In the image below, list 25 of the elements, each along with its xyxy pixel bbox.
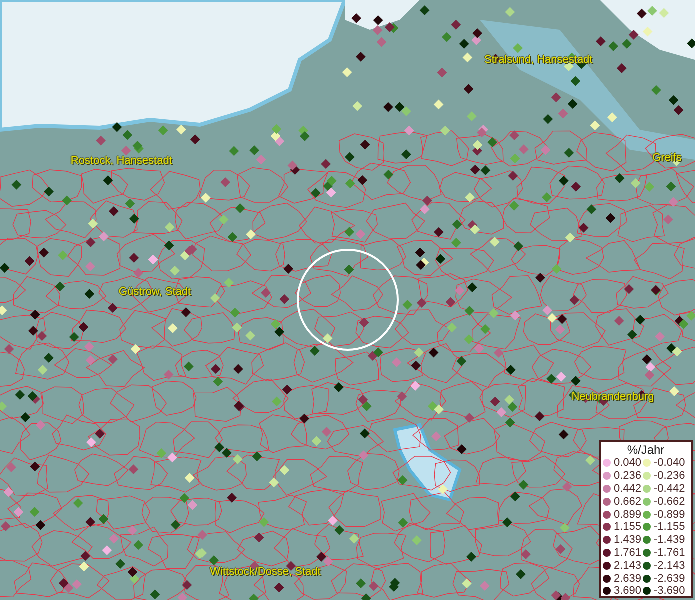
- city-label: Rostock, Hansestadt: [70, 154, 172, 167]
- legend-value: 1.155: [614, 521, 642, 534]
- legend-value: 2.639: [614, 572, 642, 585]
- legend-value: 0.899: [614, 508, 642, 521]
- legend-value: 3.690: [614, 585, 642, 598]
- legend-value: -3.690: [654, 585, 686, 598]
- legend-value: -0.040: [654, 457, 686, 470]
- legend-value: -1.155: [654, 521, 686, 534]
- legend-value: 1.439: [614, 534, 642, 546]
- selection-ring-icon: [295, 247, 401, 353]
- legend-value: -2.639: [654, 572, 686, 585]
- legend-value: -0.236: [654, 470, 686, 482]
- legend-value: 0.040: [614, 457, 642, 470]
- legend-value: 0.662: [614, 496, 642, 508]
- legend-value: -0.662: [654, 496, 686, 508]
- legend-value: 0.442: [614, 482, 642, 495]
- legend-value: 1.761: [614, 546, 642, 559]
- legend-value: -0.442: [654, 482, 686, 495]
- legend-title: %/Jahr: [626, 443, 666, 457]
- legend-value: 0.236: [614, 470, 642, 482]
- legend-value: -1.761: [654, 546, 686, 559]
- legend-value: -2.143: [654, 560, 686, 572]
- legend-value: -0.899: [654, 508, 686, 521]
- legend-value: -1.439: [654, 534, 686, 546]
- legend-value: 2.143: [614, 560, 642, 572]
